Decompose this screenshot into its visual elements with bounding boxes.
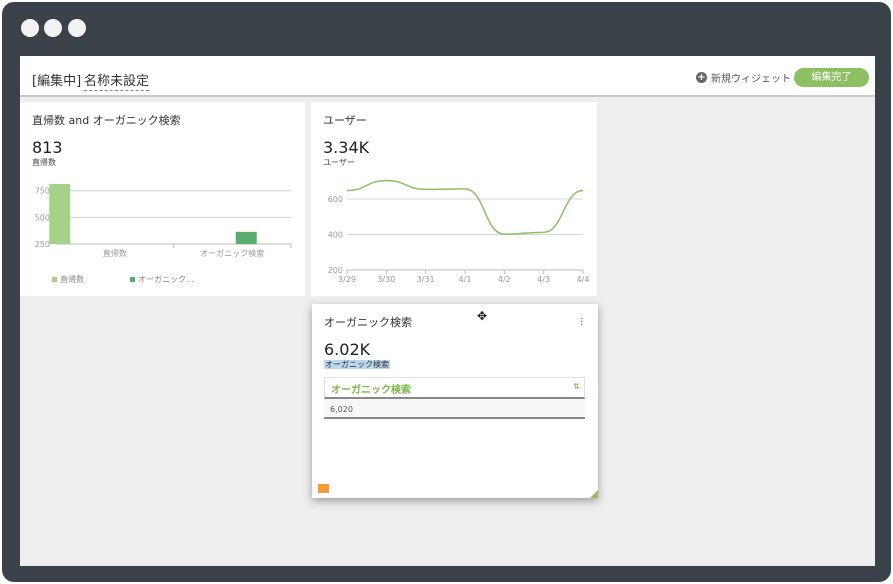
edit-mode-label: [編集中] [32, 74, 82, 89]
series-line [346, 179, 584, 235]
window-dot-icon [44, 19, 62, 37]
x-tick-label: 4/4 [577, 275, 590, 284]
legend-swatch [52, 277, 57, 282]
browser-window: [編集中] 名称未設定 + 新規ウィジェット 編集完了 直帰数 and オーガニ… [2, 2, 891, 582]
resize-handle-icon[interactable] [590, 490, 598, 498]
y-tick-label: 600 [328, 195, 343, 204]
new-widget-button[interactable]: + 新規ウィジェット [696, 70, 791, 85]
dashboard-title[interactable]: 名称未設定 [84, 70, 150, 91]
x-tick-label: 直帰数 [103, 248, 127, 258]
y-tick-label: 400 [328, 231, 343, 240]
table-row: 6,020 [324, 399, 585, 419]
y-tick-label: 250 [35, 240, 50, 249]
table-header-label: オーガニック検索 [331, 385, 411, 396]
widget-title: オーガニック検索 [324, 316, 412, 329]
x-tick-label: 4/1 [459, 275, 472, 284]
x-tick-label: 3/29 [338, 275, 356, 284]
widget-table[interactable]: ✥ オーガニック検索 · · · 6.02K オーガニック検索 オーガニック検索 ⇅… [312, 304, 598, 498]
toolbar: [編集中] 名称未設定 + 新規ウィジェット 編集完了 [20, 56, 875, 97]
x-tick-label: 3/31 [417, 275, 435, 284]
table-header[interactable]: オーガニック検索 ⇅ [324, 377, 585, 399]
widget-value: 6.02K [324, 340, 371, 359]
legend-swatch [130, 277, 135, 282]
legend-label: 直帰数 [60, 275, 84, 284]
bar [235, 231, 257, 244]
y-tick-label: 200 [328, 266, 343, 275]
data-table: オーガニック検索 ⇅ 6,020 [324, 377, 585, 419]
y-tick-label: 750 [35, 187, 50, 196]
bar [49, 184, 71, 244]
sort-icon[interactable]: ⇅ [573, 382, 580, 391]
chart-type-icon[interactable] [318, 484, 329, 493]
x-tick-label: 4/2 [498, 275, 511, 284]
widget-line-chart[interactable]: ユーザー 3.34K ユーザー 200 400 600 3/29 3/30 3/31 4/1… [311, 102, 597, 296]
plus-circle-icon: + [696, 72, 707, 83]
dashboard-canvas: [編集中] 名称未設定 + 新規ウィジェット 編集完了 直帰数 and オーガニ… [20, 56, 875, 566]
move-cursor-icon: ✥ [477, 309, 488, 323]
finish-editing-button[interactable]: 編集完了 [794, 68, 869, 87]
widget-value-label: オーガニック検索 [324, 359, 390, 370]
widget-bar-chart[interactable]: 直帰数 and オーガニック検索 813 直帰数 250 500 750 直帰数 オーガ… [20, 102, 305, 296]
new-widget-label: 新規ウィジェット [711, 74, 791, 85]
window-dot-icon [21, 19, 39, 37]
window-dot-icon [68, 19, 86, 37]
bar-chart: 250 500 750 直帰数 オーガニック検索 [35, 184, 292, 258]
x-tick-label: 4/3 [537, 275, 550, 284]
legend-label: オーガニック... [138, 275, 194, 284]
y-tick-label: 500 [35, 213, 50, 222]
line-chart: 200 400 600 3/29 3/30 3/31 4/1 4/2 4/3 4/4 [328, 179, 590, 284]
x-tick-label: オーガニック検索 [200, 248, 264, 258]
legend-item[interactable]: 直帰数 [52, 274, 84, 285]
selected-text: オーガニック検索 [324, 360, 390, 369]
legend-item[interactable]: オーガニック... [130, 274, 194, 285]
more-menu-icon[interactable]: · · · [580, 313, 584, 330]
x-tick-label: 3/30 [377, 275, 395, 284]
